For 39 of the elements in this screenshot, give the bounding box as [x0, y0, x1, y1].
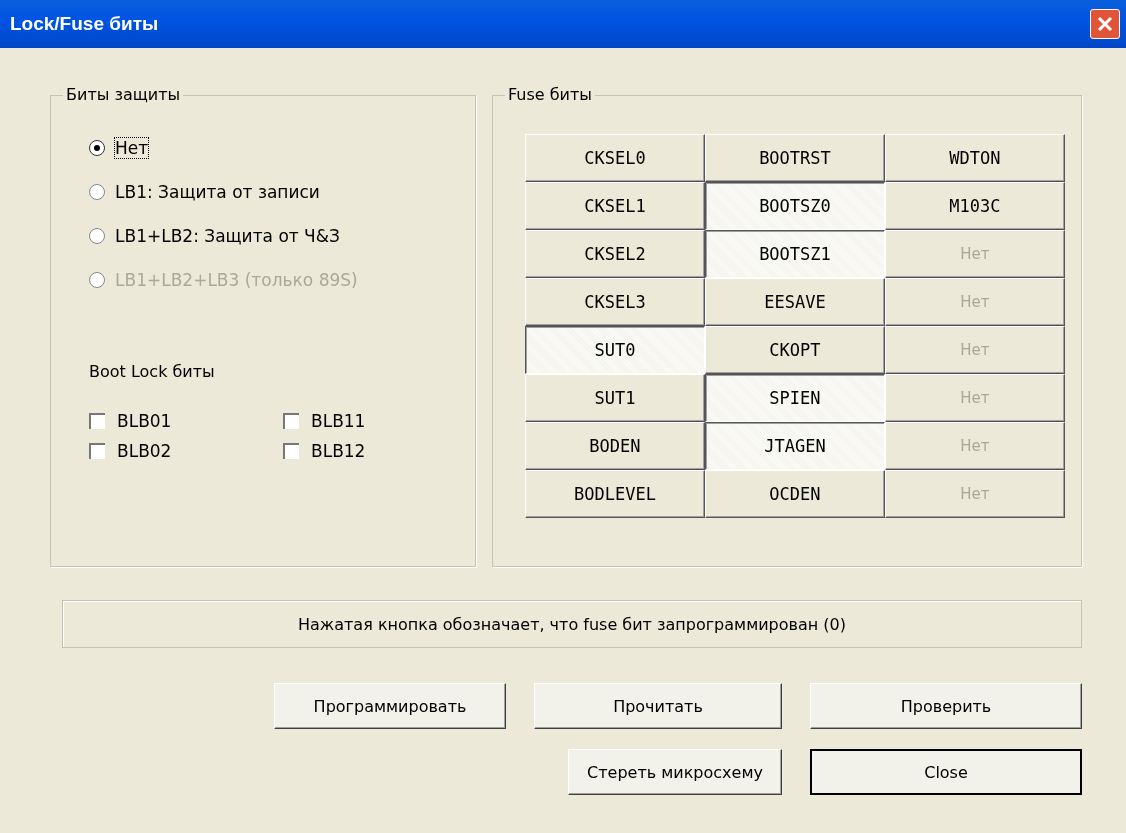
fuse-toggle-button[interactable]: WDTON — [884, 134, 1065, 182]
fuse-toggle-button[interactable]: JTAGEN — [704, 422, 885, 470]
fuse-toggle-button[interactable]: CKSEL3 — [524, 278, 705, 326]
radio-label[interactable]: LB1: Защита от записи — [115, 182, 320, 202]
action-button[interactable]: Стереть микросхему — [568, 749, 782, 795]
fuse-toggle-button[interactable]: SUT0 — [524, 326, 705, 374]
checkbox[interactable]: BLB12 — [283, 441, 433, 461]
action-button[interactable]: Программировать — [274, 683, 506, 729]
radio-button[interactable] — [89, 184, 105, 200]
fuse-toggle-button[interactable]: SPIEN — [704, 374, 885, 422]
radio-button[interactable] — [89, 228, 105, 244]
radio-label[interactable]: LB1+LB2: Защита от Ч&З — [115, 226, 340, 246]
fuse-toggle-button[interactable]: CKSEL0 — [524, 134, 705, 182]
radio-label[interactable]: Нет — [115, 138, 149, 158]
fuse-toggle-button[interactable]: CKOPT — [704, 326, 885, 374]
action-button[interactable]: Проверить — [810, 683, 1082, 729]
close-button[interactable] — [1090, 9, 1120, 39]
checkbox[interactable]: BLB02 — [89, 441, 283, 461]
fuse-toggle-button[interactable]: BOOTRST — [704, 134, 885, 182]
fuse-toggle-button[interactable]: CKSEL2 — [524, 230, 705, 278]
status-text: Нажатая кнопка обозначает, что fuse бит запрограммирован (0) — [298, 614, 846, 634]
fuse-toggle-button[interactable]: BODEN — [524, 422, 705, 470]
fuse-toggle-button[interactable]: BODLEVEL — [524, 470, 705, 518]
fuse-toggle-button[interactable]: BOOTSZ1 — [704, 230, 885, 278]
action-button[interactable]: Close — [810, 749, 1082, 795]
group-title: Биты защиты — [63, 85, 184, 104]
fuse-toggle-button[interactable]: M103C — [884, 182, 1065, 230]
window-title: Lock/Fuse биты — [10, 13, 159, 35]
action-button[interactable]: Прочитать — [534, 683, 782, 729]
fuse-toggle-button[interactable]: OCDEN — [704, 470, 885, 518]
checkbox[interactable]: BLB11 — [283, 411, 433, 431]
fuse-toggle-button[interactable]: SUT1 — [524, 374, 705, 422]
checkbox[interactable]: BLB01 — [89, 411, 283, 431]
fuse-toggle-button[interactable]: BOOTSZ0 — [704, 182, 885, 230]
close-icon — [1095, 14, 1115, 34]
fuse-toggle-button[interactable]: CKSEL1 — [524, 182, 705, 230]
fuse-toggle-button[interactable]: EESAVE — [704, 278, 885, 326]
radio-button[interactable] — [89, 140, 105, 156]
section-label: Boot Lock биты — [89, 362, 216, 381]
